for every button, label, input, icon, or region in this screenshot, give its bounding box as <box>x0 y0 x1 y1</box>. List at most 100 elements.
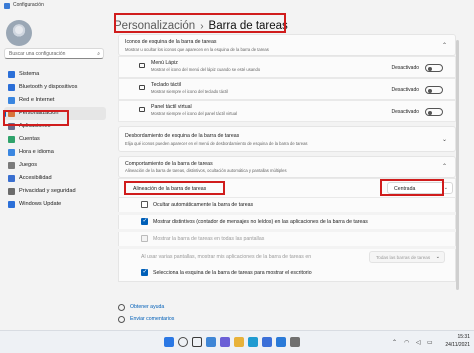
task-view-icon[interactable] <box>192 337 202 347</box>
chat-icon[interactable] <box>220 337 230 347</box>
clock-date[interactable]: 24/11/2021 <box>438 342 470 348</box>
option-label: Mostrar distintivos (contador de mensaje… <box>153 218 368 225</box>
help-icon <box>118 304 125 311</box>
touch-keyboard-toggle[interactable] <box>425 86 443 94</box>
page-title: Barra de tareas <box>208 20 288 32</box>
sidebar-item-label: Hora e idioma <box>19 149 54 155</box>
row-title: Menú Lápiz <box>151 60 178 66</box>
keyboard-icon <box>139 85 145 90</box>
corner-icons-title: Iconos de esquina de la barra de tareas <box>125 39 217 45</box>
alignment-row: Alineación de la barra de tareas Centrad… <box>118 178 456 198</box>
sidebar-item-cuentas[interactable]: Cuentas <box>4 133 106 146</box>
sidebar-item-bluetooth-y-dispositivos[interactable]: Bluetooth y dispositivos <box>4 81 106 94</box>
row-description: Mostrar el icono del menú del lápiz cuan… <box>151 67 261 72</box>
behaviors-title: Comportamiento de la barra de tareas <box>125 161 213 167</box>
virtual-touchpad-toggle[interactable] <box>425 108 443 116</box>
nav-icon <box>8 162 15 169</box>
multi-display-value: Todas las barras de tareas <box>376 254 431 260</box>
pen-menu-toggle[interactable] <box>425 64 443 72</box>
show-desktop-checkbox[interactable] <box>141 268 148 276</box>
edge-icon[interactable] <box>248 337 258 347</box>
overflow-title: Desbordamiento de esquina de la barra de… <box>125 133 240 139</box>
sidebar-item-privacidad-y-seguridad[interactable]: Privacidad y seguridad <box>4 185 106 198</box>
pen-icon <box>139 63 145 68</box>
auto-hide-checkbox[interactable] <box>141 201 148 208</box>
breadcrumb-parent[interactable]: Personalización <box>114 20 195 32</box>
battery-icon[interactable]: ▭ <box>427 339 433 346</box>
sidebar-nav: Sistema Bluetooth y dispositivos Red e Int… <box>4 68 106 211</box>
nav-icon <box>8 188 15 195</box>
chevron-up-icon[interactable]: ⌃ <box>442 42 447 49</box>
sidebar-item-label: Aplicaciones <box>19 123 51 129</box>
row-description: Mostrar siempre el icono del panel tácti… <box>151 111 238 116</box>
sidebar-item-label: Accesibilidad <box>19 175 52 181</box>
mail-icon[interactable] <box>276 337 286 347</box>
clock-time[interactable]: 15:31 <box>438 334 470 340</box>
row-title: Panel táctil virtual <box>151 104 192 110</box>
chevron-up-icon[interactable]: ⌃ <box>442 163 447 170</box>
search-input[interactable]: Buscar una configuración <box>9 51 65 57</box>
start-icon[interactable] <box>164 337 174 347</box>
nav-icon <box>8 201 15 208</box>
nav-icon <box>8 123 15 130</box>
sidebar-item-windows-update[interactable]: Windows Update <box>4 198 106 211</box>
explorer-icon[interactable] <box>234 337 244 347</box>
sidebar-item-sistema[interactable]: Sistema <box>4 68 106 81</box>
sidebar-item-accesibilidad[interactable]: Accesibilidad <box>4 172 106 185</box>
corner-icons-card[interactable]: Iconos de esquina de la barra de tareas … <box>118 34 456 56</box>
row-title: Teclado táctil <box>151 82 181 88</box>
window-title: Configuración <box>13 2 44 8</box>
avatar[interactable] <box>6 20 32 46</box>
scrollbar[interactable] <box>456 40 459 290</box>
sidebar-item-hora-e-idioma[interactable]: Hora e idioma <box>4 146 106 159</box>
chevron-up-icon[interactable]: ⌃ <box>392 339 397 346</box>
store-icon[interactable] <box>262 337 272 347</box>
toggle-state: Desactivado <box>391 109 419 115</box>
corner-icon-row: Panel táctil virtual Mostrar siempre el … <box>118 100 456 122</box>
search-icon: ⌕ <box>97 51 100 57</box>
sidebar-item-juegos[interactable]: Juegos <box>4 159 106 172</box>
nav-icon <box>8 136 15 143</box>
settings-icon[interactable] <box>290 337 300 347</box>
sidebar-item-personalización[interactable]: Personalización <box>4 107 106 120</box>
avatar-head <box>15 26 23 34</box>
option-row: Al usar varias pantallas, mostrar mis ap… <box>118 249 456 266</box>
alignment-dropdown[interactable]: Centrada ⌄ <box>387 182 453 194</box>
alignment-label: Alineación de la barra de tareas <box>133 186 207 192</box>
touchpad-icon <box>139 107 145 112</box>
sidebar-item-label: Privacidad y seguridad <box>19 188 76 194</box>
breadcrumb: Personalización › Barra de tareas <box>114 16 288 35</box>
chevron-down-icon: ⌄ <box>443 185 448 191</box>
sidebar-item-aplicaciones[interactable]: Aplicaciones <box>4 120 106 133</box>
search-box[interactable]: Buscar una configuración ⌕ <box>4 48 104 59</box>
nav-icon <box>8 175 15 182</box>
link-label: Enviar comentarios <box>130 316 175 322</box>
overflow-description: Elija qué iconos pueden aparecer en el m… <box>125 141 308 146</box>
option-row[interactable]: Selecciona la esquina de la barra de tar… <box>118 266 456 282</box>
nav-icon <box>8 84 15 91</box>
behaviors-card[interactable]: Comportamiento de la barra de tareas Ali… <box>118 156 456 178</box>
chevron-down-icon[interactable]: ⌄ <box>442 136 447 143</box>
chevron-down-icon: ⌄ <box>435 254 440 260</box>
sidebar-item-label: Personalización <box>19 110 59 116</box>
option-row[interactable]: Ocultar automáticamente la barra de tare… <box>118 198 456 212</box>
widgets-icon[interactable] <box>206 337 216 347</box>
taskbar: ⌃ ◠ ◁ ▭ 15:31 24/11/2021 <box>0 330 474 353</box>
overflow-card[interactable]: Desbordamiento de esquina de la barra de… <box>118 126 456 152</box>
search-icon[interactable] <box>178 337 188 347</box>
sidebar-item-label: Juegos <box>19 162 38 168</box>
sidebar-item-red-e-internet[interactable]: Red e Internet <box>4 94 106 107</box>
sidebar-item-label: Red e Internet <box>19 97 55 103</box>
link-label: Obtener ayuda <box>130 304 165 310</box>
volume-icon[interactable]: ◁ <box>416 339 421 346</box>
corner-icon-row: Menú Lápiz Mostrar el icono del menú del… <box>118 56 456 78</box>
toggle-state: Desactivado <box>391 65 419 71</box>
option-row[interactable]: Mostrar distintivos (contador de mensaje… <box>118 215 456 229</box>
behaviors-description: Alineación de la barra de tareas, distin… <box>125 168 287 173</box>
settings-app-icon <box>4 3 10 9</box>
corner-icons-description: Mostrar u ocultar los iconos que aparece… <box>125 47 269 52</box>
option-row: Mostrar la barra de tareas en todas las … <box>118 232 456 246</box>
wifi-icon[interactable]: ◠ <box>404 339 409 346</box>
all-displays-checkbox <box>141 235 148 242</box>
badges-checkbox[interactable] <box>141 217 148 225</box>
